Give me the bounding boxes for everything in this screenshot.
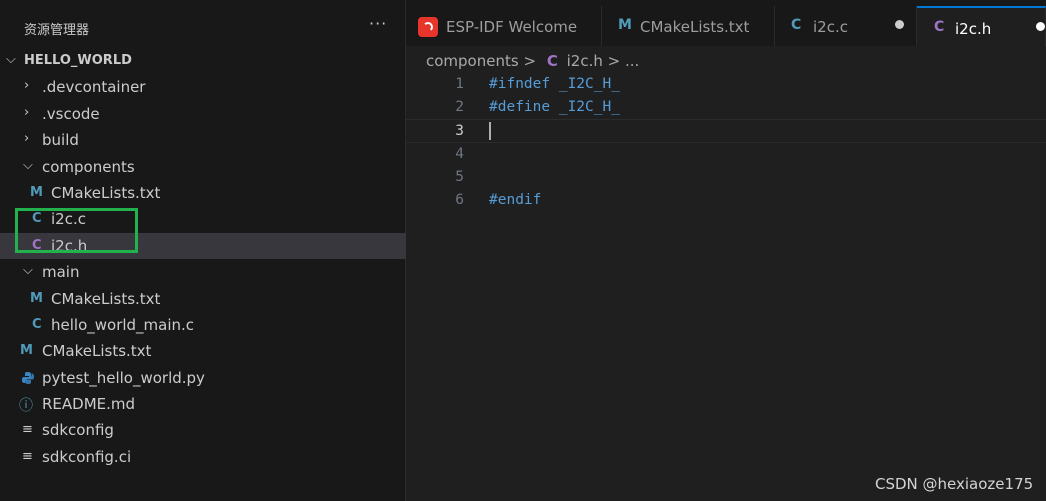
tab-label: CMakeLists.txt — [640, 18, 750, 36]
chevron-right-icon: › — [24, 78, 30, 94]
more-actions-icon[interactable]: ··· — [369, 14, 387, 33]
code-line[interactable]: 5 — [406, 166, 1046, 189]
tree-item-readme[interactable]: ⓘ README.md — [0, 391, 406, 417]
tree-item-root-cmakelists[interactable]: M CMakeLists.txt — [0, 338, 406, 364]
line-number: 5 — [455, 168, 464, 185]
chevron-down-icon: ⌵ — [23, 157, 33, 173]
tree-root-hello-world[interactable]: ⌵ HELLO_WORLD — [0, 48, 406, 74]
tree-item-label: CMakeLists.txt — [42, 342, 152, 361]
cmake-icon: M — [618, 17, 632, 33]
tree-item-label: README.md — [42, 395, 136, 414]
tree-item-label: pytest_hello_world.py — [42, 368, 205, 387]
chevron-right-icon: › — [24, 104, 30, 120]
tree-item-label: components — [42, 157, 135, 176]
tab-esp-idf-welcome[interactable]: ESP-IDF Welcome — [406, 6, 602, 46]
cmake-icon: M — [30, 184, 43, 200]
tree-item-vscode[interactable]: › .vscode — [0, 101, 406, 127]
settings-file-icon: ≡ — [22, 448, 33, 464]
info-icon: ⓘ — [19, 398, 33, 415]
tab-cmakelists[interactable]: M CMakeLists.txt — [602, 6, 775, 46]
annotation-highlight-box — [15, 208, 138, 253]
code-text: #define _I2C_H_ — [489, 99, 620, 116]
tree-item-label: CMakeLists.txt — [51, 183, 161, 202]
tree-item-main[interactable]: ⌵ main — [0, 259, 406, 285]
breadcrumb-file[interactable]: i2c.h — [567, 52, 603, 70]
code-editor[interactable]: 1 #ifndef _I2C_H_ 2 #define _I2C_H_ 3 4 … — [406, 73, 1046, 212]
explorer-title: 资源管理器 — [24, 23, 90, 38]
tab-i2c-h[interactable]: C i2c.h — [917, 6, 1046, 46]
text-cursor — [489, 122, 491, 141]
tree-item-sdkconfig-ci[interactable]: ≡ sdkconfig.ci — [0, 444, 406, 470]
editor-tab-bar: ESP-IDF Welcome M CMakeLists.txt C i2c.c… — [406, 0, 1046, 46]
code-line[interactable]: 2 #define _I2C_H_ — [406, 96, 1046, 119]
c-file-icon: C — [791, 17, 802, 33]
breadcrumb: components > C i2c.h > ... — [426, 52, 639, 70]
breadcrumb-separator-icon: > — [523, 52, 537, 70]
line-number: 4 — [455, 145, 464, 162]
explorer-header: 资源管理器 ··· — [0, 0, 405, 54]
code-line[interactable]: 1 #ifndef _I2C_H_ — [406, 73, 1046, 96]
tree-item-main-cmakelists[interactable]: M CMakeLists.txt — [0, 286, 406, 312]
watermark: CSDN @hexiaoze175 — [875, 475, 1034, 493]
chevron-right-icon: › — [24, 131, 30, 147]
line-number: 3 — [455, 123, 464, 140]
unsaved-dot-icon[interactable] — [1036, 22, 1045, 31]
code-line-current[interactable]: 3 — [406, 119, 1046, 143]
code-line[interactable]: 6 #endif — [406, 189, 1046, 212]
code-line[interactable]: 4 — [406, 143, 1046, 166]
c-header-icon: C — [546, 52, 558, 70]
tree-item-pytest[interactable]: pytest_hello_world.py — [0, 365, 406, 391]
tree-item-label: .vscode — [42, 104, 100, 123]
explorer-sidebar: 资源管理器 ··· ⌵ HELLO_WORLD › .devcontainer … — [0, 0, 406, 501]
breadcrumb-separator-icon: > — [607, 52, 621, 70]
settings-file-icon: ≡ — [22, 422, 33, 438]
esp-idf-icon — [418, 17, 438, 37]
tree-item-components[interactable]: ⌵ components — [0, 154, 406, 180]
tree-item-build[interactable]: › build — [0, 127, 406, 153]
tree-item-hello-world-main-c[interactable]: C hello_world_main.c — [0, 312, 406, 338]
tree-root-label: HELLO_WORLD — [24, 53, 132, 68]
python-icon — [21, 371, 35, 389]
tree-item-label: sdkconfig — [42, 421, 114, 440]
c-file-icon: C — [32, 316, 42, 332]
tree-item-label: CMakeLists.txt — [51, 289, 161, 308]
tab-label: i2c.c — [813, 18, 848, 36]
chevron-down-icon: ⌵ — [23, 263, 33, 279]
c-header-icon: C — [934, 19, 945, 35]
tab-i2c-c[interactable]: C i2c.c — [775, 6, 917, 46]
line-number: 6 — [455, 191, 464, 208]
breadcrumb-folder[interactable]: components — [426, 52, 519, 70]
tree-item-components-cmakelists[interactable]: M CMakeLists.txt — [0, 180, 406, 206]
editor-area: ESP-IDF Welcome M CMakeLists.txt C i2c.c… — [406, 0, 1046, 501]
chevron-down-icon: ⌵ — [6, 52, 16, 67]
tree-item-label: build — [42, 131, 79, 150]
tree-item-label: hello_world_main.c — [51, 315, 195, 334]
tree-item-label: sdkconfig.ci — [42, 447, 132, 466]
unsaved-dot-icon[interactable] — [895, 20, 904, 29]
tree-item-label: main — [42, 263, 80, 282]
code-text: #endif — [489, 191, 542, 208]
file-tree: ⌵ HELLO_WORLD › .devcontainer › .vscode … — [0, 48, 406, 470]
code-text: #ifndef _I2C_H_ — [489, 76, 620, 92]
cmake-icon: M — [30, 290, 43, 306]
breadcrumb-ellipsis[interactable]: ... — [625, 52, 639, 70]
tree-item-sdkconfig[interactable]: ≡ sdkconfig — [0, 417, 406, 443]
cmake-icon: M — [20, 343, 33, 359]
tab-label: ESP-IDF Welcome — [446, 18, 578, 36]
tree-item-label: .devcontainer — [42, 78, 146, 97]
tree-item-devcontainer[interactable]: › .devcontainer — [0, 74, 406, 100]
line-number: 2 — [455, 99, 464, 116]
line-number: 1 — [455, 76, 464, 92]
tab-label: i2c.h — [955, 20, 992, 38]
